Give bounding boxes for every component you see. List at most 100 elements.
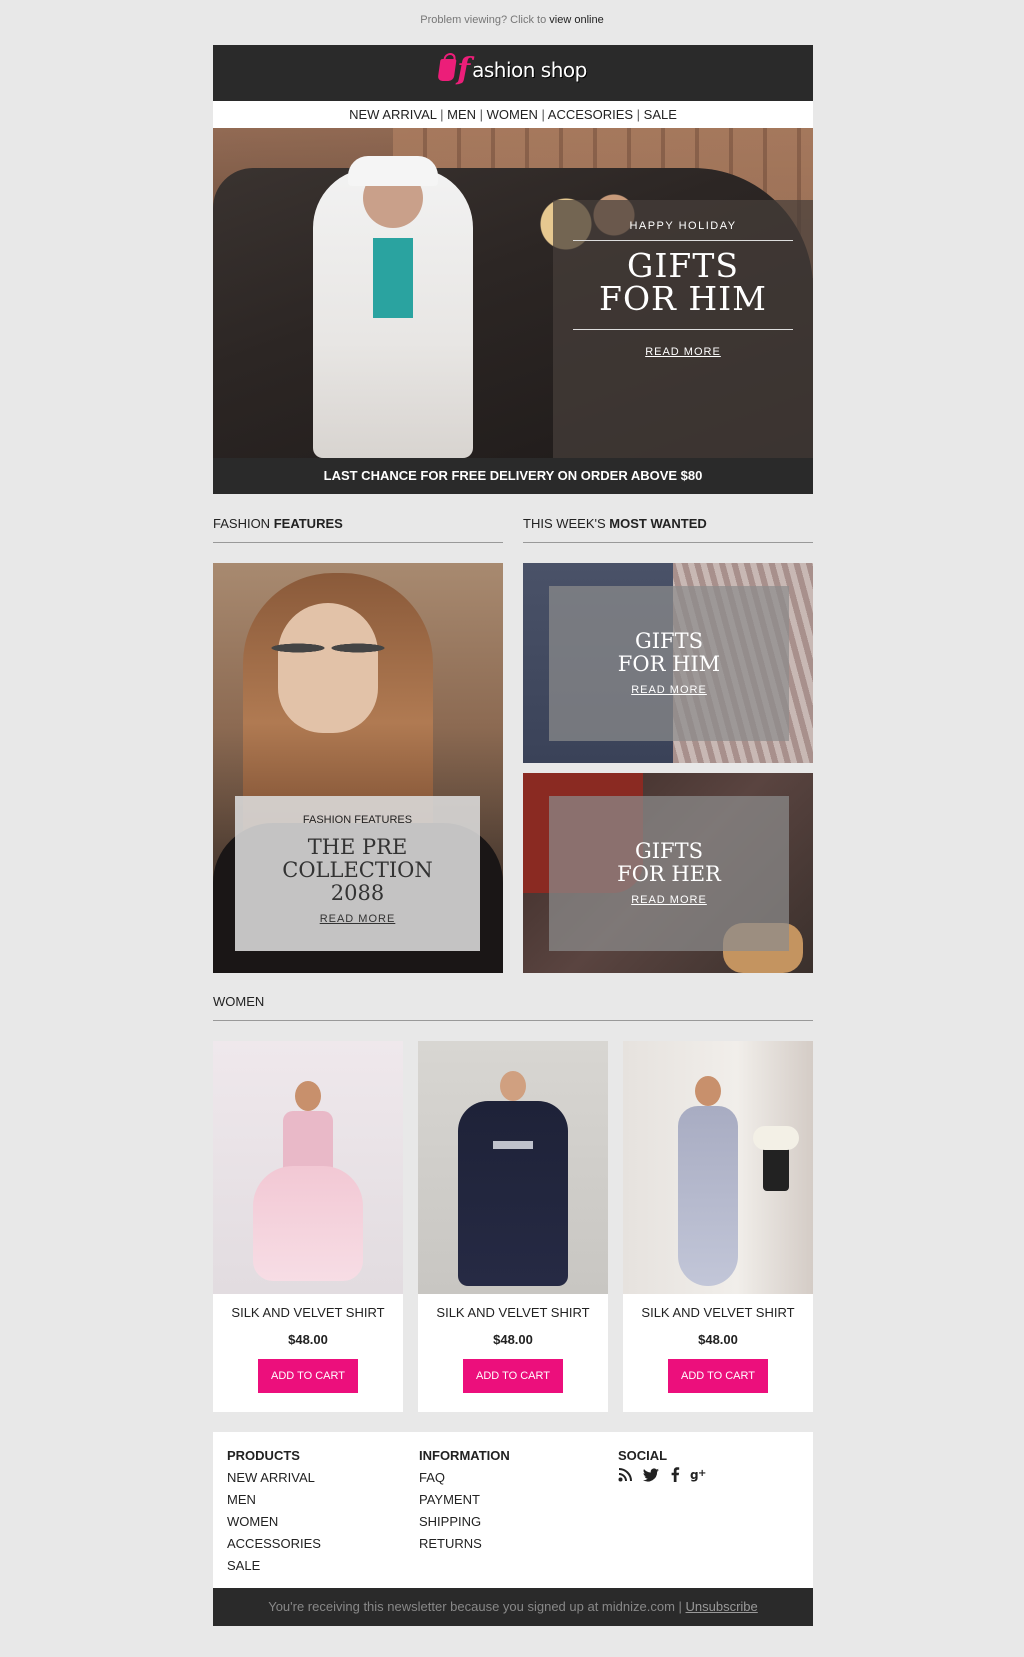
most-wanted-title-line1: GIFTS <box>634 629 704 653</box>
svg-text:+: + <box>698 1468 706 1479</box>
feature-read-more-link[interactable]: READ MORE <box>320 913 396 925</box>
hero-read-more-link[interactable]: READ MORE <box>645 346 721 358</box>
feature-overlay: FASHION FEATURES THE PRE COLLECTION 2088… <box>235 796 480 951</box>
footer-link-payment[interactable]: PAYMENT <box>419 1489 510 1511</box>
product-image[interactable] <box>623 1041 813 1294</box>
product-card: SILK AND VELVET SHIRT $48.00 ADD TO CART <box>623 1041 813 1412</box>
header: f ashion shop <box>213 45 813 101</box>
most-wanted-title-line1: GIFTS <box>634 839 704 863</box>
footer-products: PRODUCTS NEW ARRIVAL MEN WOMEN ACCESSORI… <box>227 1448 321 1577</box>
hero-shirt <box>373 238 413 318</box>
logo-text: ashion shop <box>472 58 587 82</box>
google-plus-icon[interactable]: g + <box>690 1467 708 1486</box>
most-wanted-title: GIFTS FOR HER <box>549 840 789 886</box>
preheader-text: Problem viewing? Click to <box>420 14 547 26</box>
footer-information: INFORMATION FAQ PAYMENT SHIPPING RETURNS <box>419 1448 510 1555</box>
dress-bodice <box>283 1111 333 1171</box>
bottom-bar: You're receiving this newsletter because… <box>213 1588 813 1626</box>
product-card: SILK AND VELVET SHIRT $48.00 ADD TO CART <box>213 1041 403 1412</box>
hero-title: GIFTS FOR HIM <box>573 249 793 315</box>
section-label: THIS WEEK'S <box>523 516 606 531</box>
nav-new-arrival[interactable]: NEW ARRIVAL <box>349 107 436 122</box>
feature-title-line1: THE PRE <box>307 835 408 859</box>
hero-title-line1: GIFTS <box>627 246 739 285</box>
footer-link-returns[interactable]: RETURNS <box>419 1533 510 1555</box>
hero-hat <box>348 156 438 186</box>
product-price: $48.00 <box>493 1332 533 1347</box>
hero-banner[interactable]: HAPPY HOLIDAY GIFTS FOR HIM READ MORE <box>213 128 813 458</box>
logo[interactable]: f ashion shop <box>213 55 813 86</box>
rss-icon[interactable] <box>618 1467 632 1486</box>
main-nav: NEW ARRIVAL | MEN | WOMEN | ACCESORIES |… <box>213 101 813 128</box>
divider <box>213 542 503 543</box>
dress-body <box>678 1106 738 1286</box>
facebook-icon[interactable] <box>670 1467 680 1486</box>
feature-title: THE PRE COLLECTION 2088 <box>235 836 480 905</box>
footer-social: SOCIAL g + <box>618 1448 708 1486</box>
most-wanted-title: GIFTS FOR HIM <box>549 630 789 676</box>
flowers-image <box>753 1126 799 1150</box>
hero-rule <box>573 240 793 241</box>
product-card: SILK AND VELVET SHIRT $48.00 ADD TO CART <box>418 1041 608 1412</box>
most-wanted-read-more-link[interactable]: READ MORE <box>631 684 707 696</box>
section-label: WOMEN <box>213 994 265 1009</box>
footer-link-women[interactable]: WOMEN <box>227 1511 321 1533</box>
most-wanted-overlay: GIFTS FOR HER READ MORE <box>549 796 789 951</box>
preheader: Problem viewing? Click to view online <box>0 14 1024 26</box>
footer-link-men[interactable]: MEN <box>227 1489 321 1511</box>
nav-women[interactable]: WOMEN <box>487 107 538 122</box>
most-wanted-card-her[interactable]: GIFTS FOR HER READ MORE <box>523 773 813 973</box>
feature-title-line3: 2088 <box>330 881 385 905</box>
most-wanted-overlay: GIFTS FOR HIM READ MORE <box>549 586 789 741</box>
nav-sale[interactable]: SALE <box>644 107 677 122</box>
feature-card[interactable]: FASHION FEATURES THE PRE COLLECTION 2088… <box>213 563 503 973</box>
most-wanted-title-line2: FOR HIM <box>617 652 721 676</box>
product-image[interactable] <box>213 1041 403 1294</box>
model-head <box>500 1071 526 1101</box>
model-head <box>295 1081 321 1111</box>
footer: PRODUCTS NEW ARRIVAL MEN WOMEN ACCESSORI… <box>213 1432 813 1588</box>
divider <box>213 1020 813 1021</box>
section-label-bold: MOST WANTED <box>609 516 707 531</box>
twitter-icon[interactable] <box>642 1467 660 1486</box>
newsletter-notice: You're receiving this newsletter because… <box>268 1599 682 1614</box>
nav-men[interactable]: MEN <box>447 107 476 122</box>
section-label-bold: FEATURES <box>273 516 343 531</box>
feature-kicker: FASHION FEATURES <box>302 814 413 826</box>
dress-body <box>458 1101 568 1286</box>
dress-skirt <box>253 1166 363 1281</box>
product-image[interactable] <box>418 1041 608 1294</box>
feature-glasses <box>268 633 388 663</box>
divider <box>523 542 813 543</box>
add-to-cart-button[interactable]: ADD TO CART <box>668 1359 768 1393</box>
footer-link-faq[interactable]: FAQ <box>419 1467 510 1489</box>
product-name: SILK AND VELVET SHIRT <box>641 1305 795 1320</box>
hero-rule-bottom <box>573 329 793 330</box>
dress-belt <box>493 1141 533 1149</box>
footer-heading: SOCIAL <box>618 1448 668 1463</box>
most-wanted-read-more-link[interactable]: READ MORE <box>631 894 707 906</box>
hero-kicker: HAPPY HOLIDAY <box>629 220 737 232</box>
model-head <box>695 1076 721 1106</box>
most-wanted-title-line2: FOR HER <box>617 862 721 886</box>
promo-bar: LAST CHANCE FOR FREE DELIVERY ON ORDER A… <box>213 458 813 494</box>
footer-link-shipping[interactable]: SHIPPING <box>419 1511 510 1533</box>
footer-heading: PRODUCTS <box>227 1448 300 1463</box>
footer-link-accessories[interactable]: ACCESSORIES <box>227 1533 321 1555</box>
add-to-cart-button[interactable]: ADD TO CART <box>258 1359 358 1393</box>
product-price: $48.00 <box>698 1332 738 1347</box>
section-head-women: WOMEN <box>213 994 813 1009</box>
most-wanted-card-him[interactable]: GIFTS FOR HIM READ MORE <box>523 563 813 763</box>
view-online-link[interactable]: view online <box>549 14 603 26</box>
section-head-most-wanted: THIS WEEK'S MOST WANTED <box>523 516 813 531</box>
shopping-bag-icon <box>437 59 457 81</box>
footer-link-sale[interactable]: SALE <box>227 1555 321 1577</box>
footer-link-new-arrival[interactable]: NEW ARRIVAL <box>227 1467 321 1489</box>
product-name: SILK AND VELVET SHIRT <box>436 1305 590 1320</box>
unsubscribe-link[interactable]: Unsubscribe <box>686 1599 758 1614</box>
logo-letter: f <box>457 52 471 87</box>
hero-text: HAPPY HOLIDAY GIFTS FOR HIM READ MORE <box>573 220 793 360</box>
nav-accesories[interactable]: ACCESORIES <box>548 107 633 122</box>
product-price: $48.00 <box>288 1332 328 1347</box>
add-to-cart-button[interactable]: ADD TO CART <box>463 1359 563 1393</box>
